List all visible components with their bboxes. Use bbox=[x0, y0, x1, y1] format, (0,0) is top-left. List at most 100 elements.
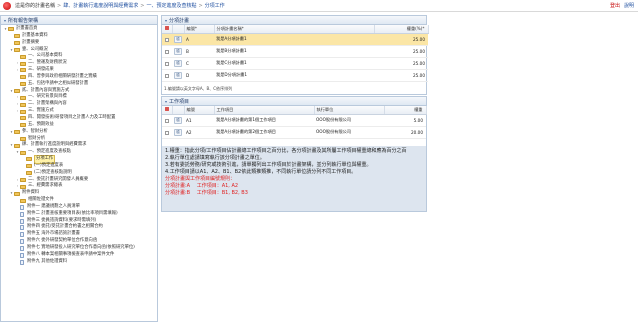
row-select-cell[interactable] bbox=[162, 57, 172, 70]
edit-button[interactable]: 檢 bbox=[173, 59, 183, 67]
top-bar: 這是你的計畫名稱 > 肆、計畫執行進度說明與經費需求 > 一、預定進度及查核點 … bbox=[0, 0, 638, 12]
tree-node-label: 四、開發技術/研發項目之計畫人力及工時配置 bbox=[28, 114, 116, 120]
row-checkbox[interactable] bbox=[165, 49, 169, 54]
tree-node[interactable]: › 二、計畫架構與內容 bbox=[1, 101, 157, 108]
tree-node-label: 附件八 轉本案相關事項檢查表申請中案件文件 bbox=[27, 251, 115, 257]
tree-node[interactable]: 附件六 委外研發契約單位合作意向函 bbox=[1, 238, 157, 245]
collapse-icon[interactable]: ▾ bbox=[165, 18, 167, 23]
tree-node[interactable]: 附件八 轉本案相關事項檢查表申請中案件文件 bbox=[1, 252, 157, 259]
name-cell: 我是D分項計畫1 bbox=[214, 69, 374, 82]
select-all-header[interactable] bbox=[162, 25, 173, 34]
tree-node[interactable]: 計畫摘要 bbox=[1, 40, 157, 47]
column-header: 編號 bbox=[184, 106, 215, 115]
row-checkbox[interactable] bbox=[165, 61, 169, 66]
select-all-header[interactable] bbox=[162, 106, 173, 115]
folder-icon bbox=[26, 157, 32, 162]
tree-node-label: 相關佐證文件 bbox=[28, 197, 54, 203]
logout-link[interactable]: 登出 bbox=[610, 2, 620, 9]
tree-node[interactable]: › 二、委託計畫研究開發人員概要 bbox=[1, 177, 157, 184]
tree-node[interactable]: 計畫基本資料 bbox=[1, 33, 157, 40]
subproject-panel: ▾ 分項計畫 編號* 分項計畫名稱* 權重(%)* 檢 A 我是A分項計畫1 25.0… bbox=[161, 15, 429, 95]
tree-node-label: 附件二 計畫查核重要項目表(依比率項目需填報) bbox=[27, 210, 118, 216]
folder-icon bbox=[20, 68, 26, 73]
page-icon bbox=[20, 245, 24, 251]
row-checkbox[interactable] bbox=[165, 73, 169, 78]
breadcrumb-item[interactable]: 一、預定進度及查核點 bbox=[146, 2, 196, 9]
tree-node-label: 三、研發成果 bbox=[28, 67, 54, 73]
row-checkbox[interactable] bbox=[165, 118, 169, 123]
tree-node[interactable]: › 一、研究背景與目標 bbox=[1, 94, 157, 101]
tree-node[interactable]: 附件九 其他佐證資料 bbox=[1, 259, 157, 266]
name-cell: 我是A分項計畫的第1個工作項目 bbox=[214, 114, 314, 127]
breadcrumb-item[interactable]: 肆、計畫執行進度說明與經費需求 bbox=[63, 2, 138, 9]
code-cell: C bbox=[184, 57, 214, 70]
table-row[interactable]: 檢 A 我是A分項計畫1 25.00 bbox=[162, 33, 428, 46]
tree-node[interactable]: (一)預定進度表 bbox=[1, 163, 157, 170]
folder-icon bbox=[20, 136, 26, 141]
tree-node[interactable]: ▾ 附件資料 bbox=[1, 190, 157, 197]
tree-node[interactable]: 相關佐證文件 bbox=[1, 197, 157, 204]
tree-node[interactable]: (二)預定查核點說明 bbox=[1, 170, 157, 177]
tree-node[interactable]: 四、開發技術/研發項目之計畫人力及工時配置 bbox=[1, 115, 157, 122]
tree-node[interactable]: ▾ 參、智財分析 bbox=[1, 129, 157, 136]
table-row[interactable]: 檢 D 我是D分項計畫1 25.00 bbox=[162, 69, 428, 82]
folder-icon bbox=[20, 61, 26, 66]
tree-node[interactable]: 五、預期效益 bbox=[1, 122, 157, 129]
tree-node[interactable]: ▾ 貳、計畫內容與實施方式 bbox=[1, 88, 157, 95]
table-row[interactable]: 檢 A1 我是A分項計畫的第1個工作項目 OOO股份有限公司 5.00 bbox=[162, 114, 426, 127]
tree-node[interactable]: › 二、營運及財務狀況 bbox=[1, 60, 157, 67]
unit-cell: OOO股份有限公司 bbox=[314, 126, 384, 139]
collapse-icon[interactable]: ▾ bbox=[165, 99, 167, 104]
tree-node[interactable]: 一、公司基本資料 bbox=[1, 53, 157, 60]
subproject-table: 編號* 分項計畫名稱* 權重(%)* 檢 A 我是A分項計畫1 25.00 檢 B 我是B分… bbox=[162, 25, 429, 82]
edit-cell: 檢 bbox=[172, 57, 184, 70]
table-row[interactable]: 檢 C 我是C分項計畫1 25.00 bbox=[162, 57, 428, 70]
edit-button[interactable]: 檢 bbox=[173, 47, 183, 55]
row-select-cell[interactable] bbox=[162, 69, 172, 82]
code-cell: A2 bbox=[184, 126, 214, 139]
tree-node[interactable]: 四、曾參與政府相關研發計畫之實績 bbox=[1, 74, 157, 81]
edit-button[interactable]: 檢 bbox=[173, 35, 183, 43]
tree-node[interactable]: 五、包括申請中之相似研發計畫 bbox=[1, 81, 157, 88]
page-icon bbox=[20, 252, 24, 258]
tree-node[interactable]: 附件一 建議規劃之人員清單 bbox=[1, 204, 157, 211]
column-header: 權重(%)* bbox=[374, 25, 429, 34]
notes-box: 1.權重：指此分項/工作項目佔計畫總工作項目之百分比，各分項計畫及其所屬工作項目… bbox=[162, 146, 426, 211]
row-select-cell[interactable] bbox=[162, 33, 172, 46]
row-checkbox[interactable] bbox=[165, 37, 169, 42]
table-row[interactable]: 檢 A2 我是A分項計畫的第2個工作項目 OOO股份有限公司 20.00 bbox=[162, 126, 426, 139]
page-icon bbox=[20, 259, 24, 265]
help-link[interactable]: 說明 bbox=[624, 2, 634, 9]
tree-node[interactable]: 附件七 實地研發投入研究單位合作意向函(依照研究單位) bbox=[1, 245, 157, 252]
breadcrumb-separator: > bbox=[57, 2, 62, 9]
row-checkbox[interactable] bbox=[165, 130, 169, 135]
breadcrumb: 這是你的計畫名稱 > 肆、計畫執行進度說明與經費需求 > 一、預定進度及查核點 … bbox=[15, 2, 225, 10]
tree-node-label: 五、包括申請中之相似研發計畫 bbox=[28, 80, 89, 86]
code-cell: B bbox=[184, 45, 214, 58]
tree-panel-title: 所有報告架構 bbox=[8, 17, 39, 24]
tree-node[interactable]: ▾ 壹、公司概況 bbox=[1, 47, 157, 54]
tree-node[interactable]: ▾ 計畫書首頁 bbox=[1, 26, 157, 33]
edit-cell: 檢 bbox=[172, 114, 184, 127]
delete-icon[interactable] bbox=[164, 107, 169, 112]
table-row[interactable]: 檢 B 我是B分項計畫1 25.00 bbox=[162, 45, 428, 58]
edit-button[interactable]: 檢 bbox=[173, 128, 183, 136]
tree-node[interactable]: ▾ 一、預定進度及查核點 bbox=[1, 149, 157, 156]
tree-node-label: (二)預定查核點說明 bbox=[34, 169, 72, 175]
delete-icon[interactable] bbox=[164, 26, 169, 31]
edit-button[interactable]: 檢 bbox=[173, 116, 183, 124]
row-select-cell[interactable] bbox=[162, 126, 172, 139]
logo-icon bbox=[3, 1, 11, 10]
collapse-icon[interactable]: ▾ bbox=[4, 18, 6, 23]
row-select-cell[interactable] bbox=[162, 45, 172, 58]
folder-open-icon bbox=[8, 27, 14, 32]
tree-node[interactable]: 附件二 計畫查核重要項目表(依比率項目需填報) bbox=[1, 211, 157, 218]
row-select-cell[interactable] bbox=[162, 114, 172, 127]
tree-node[interactable]: ▾ 肆、計畫執行進度說明與經費需求 bbox=[1, 142, 157, 149]
edit-button[interactable]: 檢 bbox=[173, 71, 183, 79]
tree-node[interactable]: 分項工作 bbox=[1, 155, 157, 164]
tree-node[interactable]: › 三、實施方式 bbox=[1, 108, 157, 115]
tree-node-label: 附件六 委外研發契約單位合作意向函 bbox=[27, 238, 98, 244]
folder-icon bbox=[14, 47, 20, 52]
tree-node[interactable]: › 三、研發成果 bbox=[1, 67, 157, 74]
